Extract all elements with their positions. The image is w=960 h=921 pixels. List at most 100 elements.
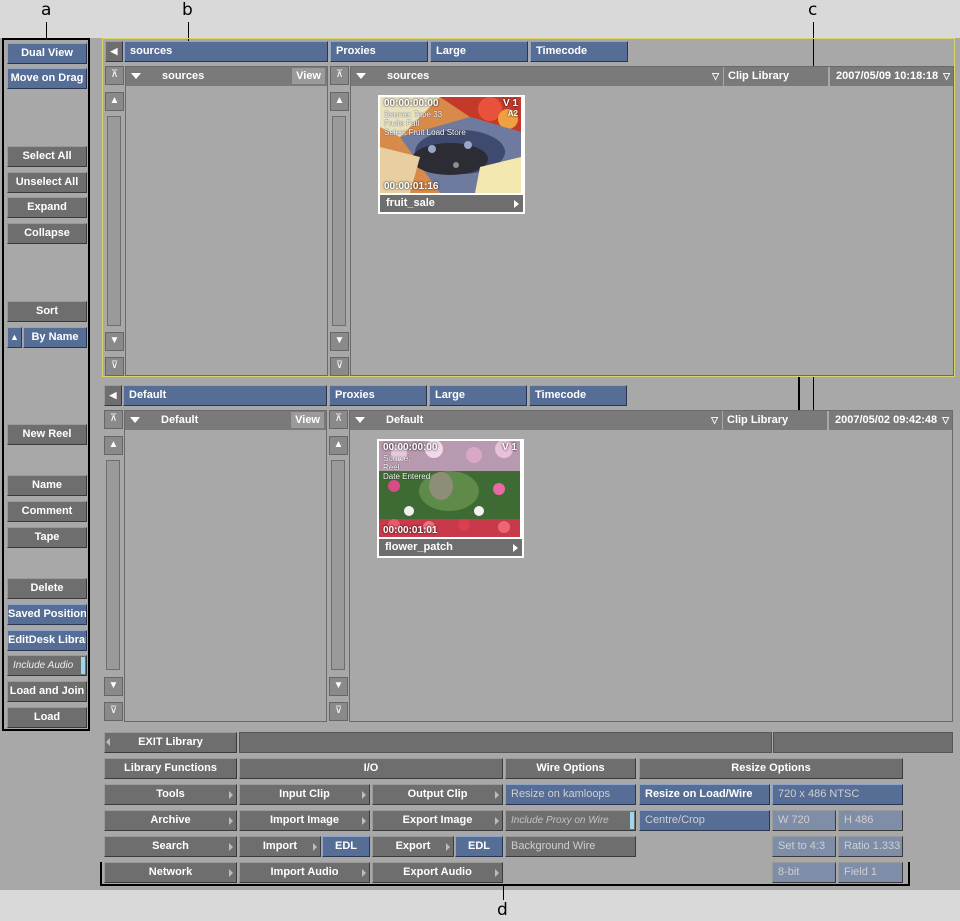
expand-button[interactable]: Expand bbox=[7, 197, 87, 218]
dual-view-button[interactable]: Dual View bbox=[7, 43, 87, 64]
dropdown-arrow-icon[interactable]: ▽ bbox=[942, 411, 949, 429]
scroll-bottom-icon[interactable]: ⊽ bbox=[104, 702, 123, 721]
select-all-button[interactable]: Select All bbox=[7, 146, 87, 167]
saved-position-button[interactable]: Saved Position bbox=[7, 604, 87, 625]
bottom-view-button[interactable]: View bbox=[291, 412, 324, 428]
top-datetime-field[interactable]: 2007/05/09 10:18:18 ▽ bbox=[830, 67, 953, 86]
exit-library-button[interactable]: EXIT Library bbox=[104, 732, 237, 753]
scroll-top-icon[interactable]: ⊼ bbox=[105, 66, 124, 85]
bottom-library-name-field[interactable]: Default bbox=[123, 385, 327, 406]
by-name-button[interactable]: By Name bbox=[23, 327, 87, 348]
flower-overlay-line-1: Source: bbox=[383, 454, 411, 463]
include-proxy-on-wire-toggle[interactable]: Include Proxy on Wire bbox=[505, 810, 636, 831]
top-clip-scrollbar[interactable]: ⊼ ▲ ▼ ⊽ bbox=[330, 66, 349, 376]
scroll-down-icon[interactable]: ▼ bbox=[330, 332, 349, 351]
clip-expand-icon[interactable] bbox=[355, 417, 365, 423]
centre-crop-dropdown[interactable]: Centre/Crop bbox=[639, 810, 770, 831]
width-field[interactable]: W 720 bbox=[772, 810, 836, 831]
dropdown-arrow-icon[interactable]: ▽ bbox=[712, 67, 719, 85]
scroll-track[interactable] bbox=[106, 460, 120, 670]
background-wire-toggle[interactable]: Background Wire bbox=[505, 836, 636, 857]
bit-depth-dropdown[interactable]: 8-bit bbox=[772, 862, 836, 883]
bottom-datetime-field[interactable]: 2007/05/02 09:42:48 ▽ bbox=[829, 411, 952, 430]
fruit-sale-name[interactable]: fruit_sale bbox=[380, 195, 523, 212]
delete-button[interactable]: Delete bbox=[7, 578, 87, 599]
bottom-large-button[interactable]: Large bbox=[429, 385, 527, 406]
scroll-up-icon[interactable]: ▲ bbox=[329, 436, 348, 455]
load-and-join-button[interactable]: Load and Join bbox=[7, 681, 87, 702]
scroll-bottom-icon[interactable]: ⊽ bbox=[105, 357, 124, 376]
search-button[interactable]: Search bbox=[104, 836, 237, 857]
scroll-track[interactable] bbox=[332, 116, 346, 326]
sort-direction-arrow-icon[interactable]: ▲ bbox=[7, 327, 22, 348]
scroll-up-icon[interactable]: ▲ bbox=[104, 436, 123, 455]
comment-button[interactable]: Comment bbox=[7, 501, 87, 522]
resize-on-kamloops-toggle[interactable]: Resize on kamloops bbox=[505, 784, 636, 805]
top-view-button[interactable]: View bbox=[292, 68, 325, 84]
tape-button[interactable]: Tape bbox=[7, 527, 87, 548]
import-audio-button[interactable]: Import Audio bbox=[239, 862, 370, 883]
export-image-button[interactable]: Export Image bbox=[372, 810, 503, 831]
scroll-top-icon[interactable]: ⊼ bbox=[329, 410, 348, 429]
export-audio-button[interactable]: Export Audio bbox=[372, 862, 503, 883]
include-audio-indicator bbox=[81, 657, 85, 674]
bottom-collapse-arrow-button[interactable]: ◀ bbox=[104, 385, 122, 406]
export-edl-button[interactable]: EDL bbox=[455, 836, 503, 857]
import-edl-button[interactable]: EDL bbox=[322, 836, 370, 857]
ratio-field[interactable]: Ratio 1.333 bbox=[838, 836, 903, 857]
bottom-clip-scrollbar[interactable]: ⊼ ▲ ▼ ⊽ bbox=[329, 410, 348, 722]
scroll-down-icon[interactable]: ▼ bbox=[329, 677, 348, 696]
flower-patch-name[interactable]: flower_patch bbox=[379, 539, 522, 556]
input-clip-button[interactable]: Input Clip bbox=[239, 784, 370, 805]
dropdown-arrow-icon[interactable]: ▽ bbox=[711, 411, 718, 429]
bottom-clip-library-field[interactable]: Clip Library bbox=[723, 411, 827, 430]
bottom-timecode-button[interactable]: Timecode bbox=[529, 385, 627, 406]
name-button[interactable]: Name bbox=[7, 475, 87, 496]
top-library-name-field[interactable]: sources bbox=[124, 41, 328, 62]
editdesk-library-button[interactable]: EditDesk Library bbox=[7, 630, 87, 651]
field-dropdown[interactable]: Field 1 bbox=[838, 862, 903, 883]
scroll-down-icon[interactable]: ▼ bbox=[104, 677, 123, 696]
set-to-aspect-button[interactable]: Set to 4:3 bbox=[772, 836, 836, 857]
scroll-down-icon[interactable]: ▼ bbox=[105, 332, 124, 351]
collapse-button[interactable]: Collapse bbox=[7, 223, 87, 244]
import-image-button[interactable]: Import Image bbox=[239, 810, 370, 831]
top-tree-scrollbar[interactable]: ⊼ ▲ ▼ ⊽ bbox=[105, 66, 124, 376]
move-on-drag-button[interactable]: Move on Drag bbox=[7, 68, 87, 89]
tree-expand-icon[interactable] bbox=[131, 73, 141, 79]
import-button[interactable]: Import bbox=[239, 836, 321, 857]
scroll-bottom-icon[interactable]: ⊽ bbox=[329, 702, 348, 721]
clip-thumbnail-fruit-sale[interactable]: 00:00:00:00 V 1 A2 Source: Tape 33 Fruit… bbox=[378, 95, 525, 214]
top-timecode-button[interactable]: Timecode bbox=[530, 41, 628, 62]
scroll-up-icon[interactable]: ▲ bbox=[330, 92, 349, 111]
load-button[interactable]: Load bbox=[7, 707, 87, 728]
scroll-up-icon[interactable]: ▲ bbox=[105, 92, 124, 111]
height-field[interactable]: H 486 bbox=[838, 810, 903, 831]
resize-on-load-wire-toggle[interactable]: Resize on Load/Wire bbox=[639, 784, 770, 805]
output-clip-button[interactable]: Output Clip bbox=[372, 784, 503, 805]
scroll-top-icon[interactable]: ⊼ bbox=[104, 410, 123, 429]
sort-button[interactable]: Sort bbox=[7, 301, 87, 322]
dropdown-arrow-icon[interactable]: ▽ bbox=[943, 67, 950, 85]
tree-expand-icon[interactable] bbox=[130, 417, 140, 423]
new-reel-button[interactable]: New Reel bbox=[7, 424, 87, 445]
tools-button[interactable]: Tools bbox=[104, 784, 237, 805]
scroll-track[interactable] bbox=[107, 116, 121, 326]
top-proxies-button[interactable]: Proxies bbox=[330, 41, 428, 62]
top-clip-library-field[interactable]: Clip Library bbox=[724, 67, 828, 86]
scroll-track[interactable] bbox=[331, 460, 345, 670]
resolution-dropdown[interactable]: 720 x 486 NTSC bbox=[772, 784, 903, 805]
clip-thumbnail-flower-patch[interactable]: 00:00:00:00 V 1 Source: Reel Date Entere… bbox=[377, 439, 524, 558]
top-collapse-arrow-button[interactable]: ◀ bbox=[105, 41, 123, 62]
top-large-button[interactable]: Large bbox=[430, 41, 528, 62]
unselect-all-button[interactable]: Unselect All bbox=[7, 172, 87, 193]
scroll-bottom-icon[interactable]: ⊽ bbox=[330, 357, 349, 376]
clip-expand-icon[interactable] bbox=[356, 73, 366, 79]
export-button[interactable]: Export bbox=[372, 836, 454, 857]
archive-button[interactable]: Archive bbox=[104, 810, 237, 831]
bottom-tree-scrollbar[interactable]: ⊼ ▲ ▼ ⊽ bbox=[104, 410, 123, 722]
bottom-proxies-button[interactable]: Proxies bbox=[329, 385, 427, 406]
network-button[interactable]: Network bbox=[104, 862, 237, 883]
scroll-top-icon[interactable]: ⊼ bbox=[330, 66, 349, 85]
include-audio-toggle[interactable]: Include Audio bbox=[7, 655, 87, 676]
